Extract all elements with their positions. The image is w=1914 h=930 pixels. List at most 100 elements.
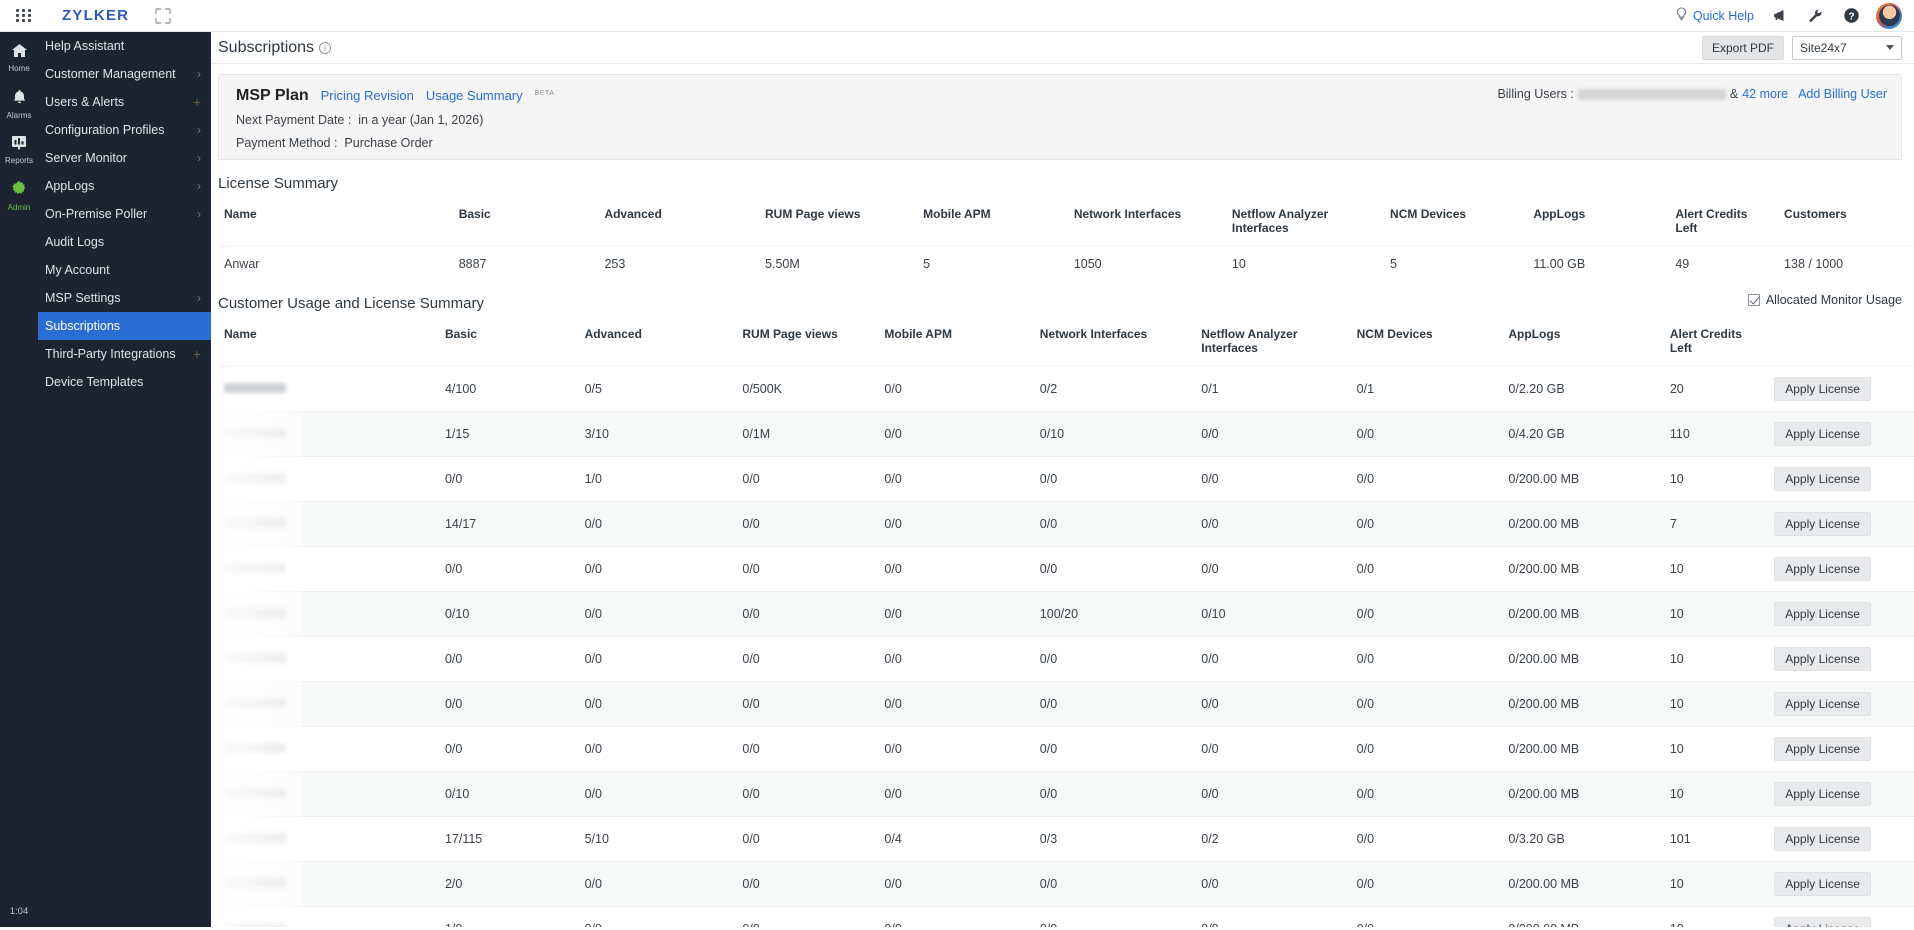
sidebar-item-audit-logs[interactable]: Audit Logs — [38, 228, 211, 256]
col-advanced: Advanced — [604, 207, 662, 221]
sidebar-item-on-premise-poller[interactable]: On-Premise Poller › — [38, 200, 211, 228]
sidebar-label: Subscriptions — [45, 319, 121, 333]
cell-customer-name — [218, 591, 439, 637]
apply-license-button[interactable]: Apply License — [1774, 377, 1871, 401]
cell-alert-credits: 10 — [1663, 681, 1769, 727]
col-mobile-apm: Mobile APM — [923, 207, 991, 221]
product-select-value: Site24x7 — [1800, 40, 1847, 55]
usage-summary-link[interactable]: Usage Summary — [426, 88, 523, 103]
cell-alert-credits: 10 — [1663, 906, 1769, 927]
product-select[interactable]: Site24x7 — [1792, 35, 1902, 60]
table-row: 14/17 0/0 0/0 0/0 0/0 0/0 0/0 0/200.00 MB 7 Apply… — [218, 501, 1914, 547]
customer-name-redacted — [224, 428, 286, 438]
sidebar-item-server-monitor[interactable]: Server Monitor › — [38, 144, 211, 172]
cell-netflow: 0/0 — [1195, 906, 1351, 927]
cell-netflow: 0/0 — [1195, 546, 1351, 592]
apply-license-button[interactable]: Apply License — [1774, 422, 1871, 446]
sidebar-label: AppLogs — [45, 179, 95, 193]
cell-ncm: 0/0 — [1350, 726, 1503, 772]
col-basic: Basic — [444, 327, 477, 341]
billing-users-ampersand: & — [1729, 87, 1739, 101]
apply-license-button[interactable]: Apply License — [1774, 602, 1871, 626]
table-row: 4/100 0/5 0/500K 0/0 0/2 0/1 0/1 0/2.20 GB 20 App… — [218, 366, 1914, 412]
quick-help-button[interactable]: Quick Help — [1675, 7, 1754, 24]
apply-license-button[interactable]: Apply License — [1774, 467, 1871, 491]
cell-actions: Apply License — [1768, 726, 1914, 772]
sidebar-item-users-alerts[interactable]: Users & Alerts + — [38, 88, 211, 116]
export-pdf-button[interactable]: Export PDF — [1701, 35, 1784, 60]
sidebar-item-help-assistant[interactable]: Help Assistant — [38, 32, 211, 60]
rail-item-reports[interactable]: Reports — [0, 130, 38, 170]
rail-label-admin: Admin — [7, 203, 31, 212]
apply-license-button[interactable]: Apply License — [1774, 512, 1871, 536]
cell-applogs: 0/200.00 MB — [1502, 906, 1664, 927]
cell-applogs: 0/3.20 GB — [1502, 816, 1664, 862]
pricing-revision-link[interactable]: Pricing Revision — [321, 88, 414, 103]
sidebar-item-subscriptions[interactable]: Subscriptions — [38, 312, 211, 340]
apply-license-button[interactable]: Apply License — [1774, 872, 1871, 896]
apply-license-button[interactable]: Apply License — [1774, 782, 1871, 806]
apply-license-button[interactable]: Apply License — [1774, 737, 1871, 761]
cell-ncm: 0/0 — [1350, 681, 1503, 727]
wrench-icon[interactable] — [1804, 5, 1826, 27]
cell-ncm: 0/0 — [1350, 636, 1503, 682]
allocated-monitor-usage-toggle[interactable]: Allocated Monitor Usage — [1747, 293, 1902, 307]
cell-customer-name — [218, 726, 439, 772]
info-icon[interactable]: i — [319, 41, 332, 54]
cell-mobile-apm: 0/0 — [878, 726, 1034, 772]
col-netflow-analyzer-interfaces: Netflow Analyzer Interfaces — [1201, 327, 1298, 355]
cell-network-interfaces: 0/0 — [1033, 771, 1196, 817]
cell-basic: 0/0 — [438, 546, 579, 592]
sidebar-item-msp-settings[interactable]: MSP Settings › — [38, 284, 211, 312]
chevron-right-icon: › — [197, 207, 201, 221]
customer-name-redacted — [224, 833, 286, 843]
sidebar-item-my-account[interactable]: My Account — [38, 256, 211, 284]
sidebar-item-applogs[interactable]: AppLogs › — [38, 172, 211, 200]
add-billing-user-link[interactable]: Add Billing User — [1798, 87, 1887, 101]
cell-advanced: 0/0 — [578, 861, 737, 907]
cell-network-interfaces: 0/0 — [1033, 501, 1196, 547]
apply-license-button[interactable]: Apply License — [1774, 647, 1871, 671]
brand-logo[interactable]: ZYLKER — [62, 7, 129, 24]
expand-icon[interactable] — [155, 7, 171, 24]
sidebar-item-configuration-profiles[interactable]: Configuration Profiles › — [38, 116, 211, 144]
col-alert-credits-left: Alert Credits Left — [1669, 327, 1742, 355]
rail-item-alarms[interactable]: Alarms — [0, 84, 38, 124]
megaphone-icon[interactable] — [1768, 5, 1790, 27]
sidebar-item-device-templates[interactable]: Device Templates — [38, 368, 211, 396]
customer-name-redacted — [224, 698, 286, 708]
sidebar-item-third-party-integrations[interactable]: Third-Party Integrations + — [38, 340, 211, 368]
rail-label-home: Home — [8, 64, 30, 73]
help-circle-icon[interactable]: ? — [1840, 5, 1862, 27]
cell-mobile-apm: 0/0 — [878, 546, 1034, 592]
allocated-monitor-usage-checkbox[interactable] — [1747, 294, 1760, 306]
billing-users-label: Billing Users : — [1497, 87, 1574, 101]
topbar-actions: Quick Help ? — [1675, 2, 1914, 29]
cell-rum: 0/0 — [736, 861, 879, 907]
customer-name-redacted — [224, 653, 286, 663]
cell-actions: Apply License — [1768, 501, 1914, 547]
avatar[interactable] — [1876, 2, 1902, 29]
cell-actions: Apply License — [1768, 681, 1914, 727]
apply-license-button[interactable]: Apply License — [1774, 827, 1871, 851]
grid-apps-icon[interactable] — [6, 9, 42, 22]
apply-license-button[interactable]: Apply License — [1774, 557, 1871, 581]
rail-item-home[interactable]: Home — [0, 38, 38, 78]
apply-license-button[interactable]: Apply License — [1774, 692, 1871, 716]
sidebar-item-customer-management[interactable]: Customer Management › — [38, 60, 211, 88]
rail-item-admin[interactable]: Admin — [0, 176, 38, 216]
billing-users-more-link[interactable]: 42 more — [1742, 87, 1788, 101]
rail-label-reports: Reports — [4, 156, 33, 165]
cell-ncm: 0/0 — [1350, 771, 1503, 817]
sidebar-label: Configuration Profiles — [45, 123, 165, 137]
customer-name-redacted — [224, 518, 286, 528]
cell-mobile-apm: 0/0 — [878, 456, 1034, 502]
license-summary-table-wrap: Name Basic Advanced RUM Page views Mobil… — [211, 203, 1914, 281]
cell-network-interfaces: 0/0 — [1033, 906, 1196, 927]
col-network-interfaces: Network Interfaces — [1073, 207, 1182, 221]
cell-basic: 0/10 — [438, 771, 579, 817]
report-icon — [11, 135, 27, 155]
apply-license-button[interactable]: Apply License — [1774, 917, 1871, 927]
cell-basic: 2/0 — [438, 861, 579, 907]
cell-ncm: 0/0 — [1350, 861, 1503, 907]
